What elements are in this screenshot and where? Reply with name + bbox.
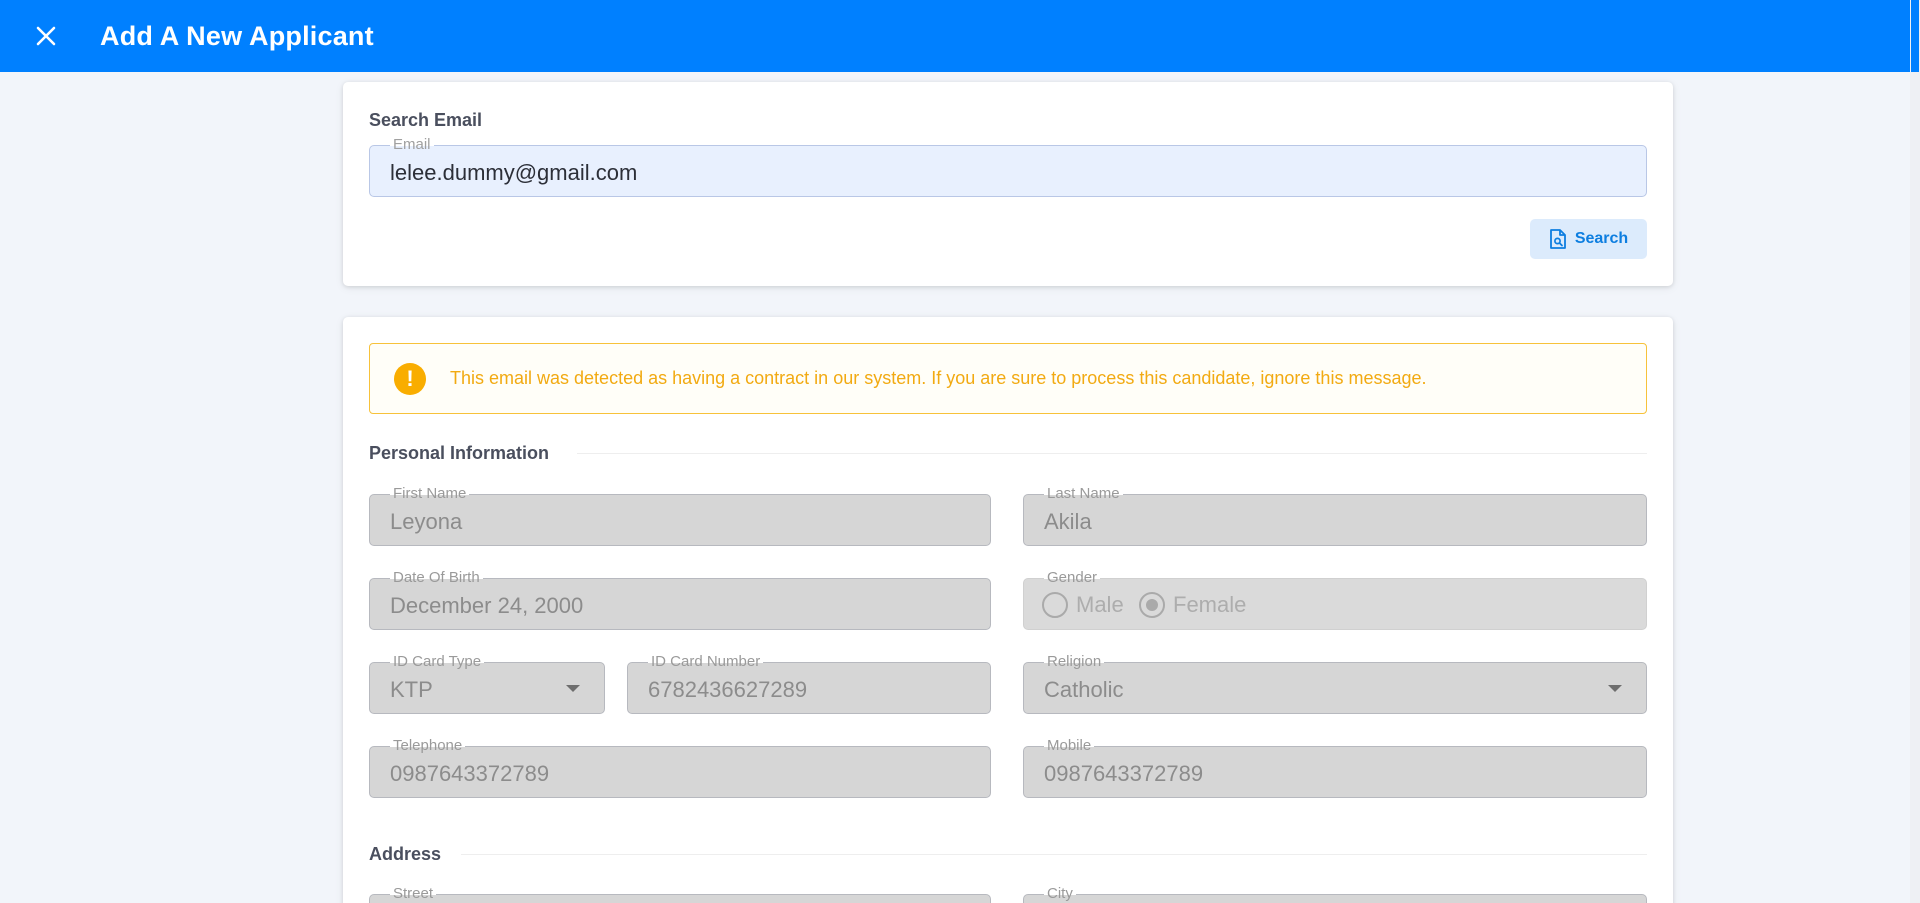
telephone-label: Telephone — [390, 738, 466, 754]
id-card-type-select[interactable]: ID Card Type KTP — [369, 654, 605, 714]
file-search-icon — [1549, 229, 1566, 249]
date-of-birth-value: December 24, 2000 — [390, 593, 584, 618]
first-name-field[interactable]: First Name Leyona — [369, 486, 991, 546]
id-card-number-value: 6782436627289 — [648, 677, 808, 702]
search-button-label: Search — [1574, 230, 1629, 247]
app-bar: Add A New Applicant — [0, 0, 1910, 72]
scrollbar[interactable] — [1910, 0, 1920, 903]
telephone-value: 0987643372789 — [390, 761, 550, 786]
last-name-field[interactable]: Last Name Akila — [1023, 486, 1647, 546]
address-title: Address — [369, 844, 442, 864]
gender-female-label: Female — [1173, 592, 1247, 617]
chevron-down-icon — [566, 685, 580, 692]
id-card-number-field[interactable]: ID Card Number 6782436627289 — [627, 654, 991, 714]
search-email-card: Search Email Email lelee.dummy@gmail.com… — [343, 82, 1673, 286]
id-card-number-label: ID Card Number — [648, 654, 764, 670]
religion-select[interactable]: Religion Catholic — [1023, 654, 1647, 714]
street-field[interactable]: Street — [369, 886, 991, 903]
last-name-label: Last Name — [1044, 486, 1123, 502]
email-field[interactable]: Email lelee.dummy@gmail.com — [369, 137, 1647, 197]
contract-warning-alert: ! This email was detected as having a co… — [369, 343, 1647, 414]
page-title: Add A New Applicant — [100, 20, 374, 51]
id-card-type-label: ID Card Type — [390, 654, 485, 670]
religion-label: Religion — [1044, 654, 1105, 670]
applicant-form-card: ! This email was detected as having a co… — [343, 317, 1673, 903]
mobile-value: 0987643372789 — [1044, 761, 1204, 786]
chevron-down-icon — [1608, 685, 1622, 692]
telephone-field[interactable]: Telephone 0987643372789 — [369, 738, 991, 798]
first-name-value: Leyona — [390, 509, 463, 534]
mobile-label: Mobile — [1044, 738, 1095, 754]
alert-message: This email was detected as having a cont… — [450, 368, 1427, 388]
close-icon — [36, 26, 56, 46]
mobile-field[interactable]: Mobile 0987643372789 — [1023, 738, 1647, 798]
gender-field: Gender Male Female — [1023, 570, 1647, 630]
section-divider — [577, 453, 1647, 454]
last-name-value: Akila — [1044, 509, 1092, 534]
section-divider — [461, 854, 1647, 855]
street-label: Street — [390, 886, 437, 902]
exclamation-icon: ! — [394, 362, 426, 395]
religion-value: Catholic — [1044, 677, 1124, 702]
gender-male-label: Male — [1076, 592, 1124, 617]
gender-option-male[interactable]: Male — [1042, 592, 1124, 618]
scrollbar-thumb[interactable] — [1911, 0, 1919, 72]
radio-male[interactable] — [1042, 592, 1068, 618]
search-button[interactable]: Search — [1530, 219, 1647, 259]
close-button[interactable] — [22, 12, 70, 60]
city-field[interactable]: City — [1023, 886, 1647, 903]
date-of-birth-field[interactable]: Date Of Birth December 24, 2000 — [369, 570, 991, 630]
date-of-birth-label: Date Of Birth — [390, 570, 483, 586]
email-value[interactable]: lelee.dummy@gmail.com — [390, 160, 637, 186]
personal-information-title: Personal Information — [369, 443, 550, 463]
first-name-label: First Name — [390, 486, 470, 502]
city-label: City — [1044, 886, 1076, 902]
gender-label: Gender — [1044, 570, 1101, 586]
email-label: Email — [390, 137, 434, 153]
search-email-title: Search Email — [369, 110, 483, 130]
radio-female[interactable] — [1139, 592, 1165, 618]
gender-option-female[interactable]: Female — [1139, 592, 1246, 618]
id-card-type-value: KTP — [390, 677, 433, 702]
